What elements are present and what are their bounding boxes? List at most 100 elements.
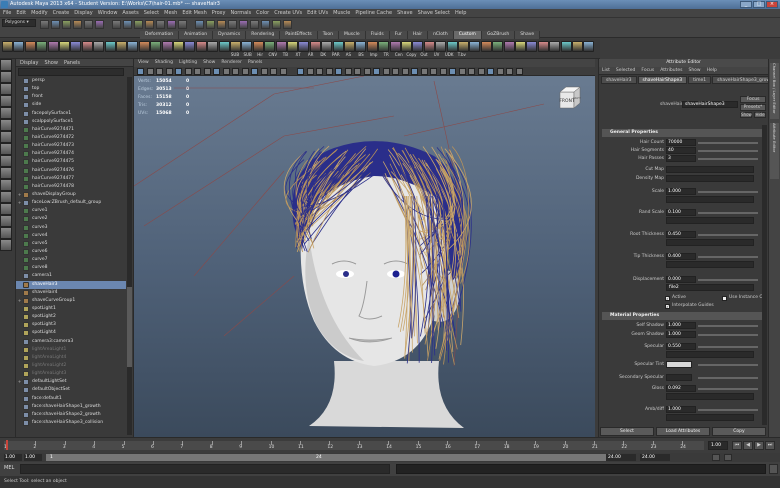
attr-field-slider[interactable]: [698, 212, 758, 214]
attr-menu-help[interactable]: Help: [707, 67, 717, 74]
tool-button[interactable]: [0, 203, 12, 215]
viewport-tool-icon[interactable]: [449, 68, 456, 75]
shelf-tool-icon[interactable]: [195, 41, 207, 52]
maximize-button[interactable]: □: [753, 1, 765, 8]
status-tool-icon[interactable]: [206, 20, 215, 29]
outliner-item[interactable]: spotLight4: [16, 329, 126, 337]
menu-create[interactable]: Create: [53, 9, 70, 17]
shelf-tool-icon[interactable]: [36, 41, 48, 52]
shelf-tool-icon[interactable]: [423, 41, 435, 52]
outliner-item[interactable]: face:default1: [16, 394, 126, 402]
outliner-item[interactable]: spotLight1: [16, 305, 126, 313]
current-frame-field[interactable]: 1.00: [708, 441, 728, 450]
outliner-item[interactable]: spotLight3: [16, 321, 126, 329]
shelf-tool-icon[interactable]: [24, 41, 36, 52]
range-end-field[interactable]: 24.00: [606, 454, 636, 461]
shelf-tool-icon[interactable]: [412, 41, 424, 52]
viewport-tool-icon[interactable]: [401, 68, 409, 75]
status-tool-icon[interactable]: [239, 20, 248, 29]
shelf-tool-icon[interactable]: [332, 41, 344, 52]
outliner-menu-display[interactable]: Display: [20, 59, 38, 66]
shelf-tool-icon[interactable]: [59, 41, 70, 52]
outliner-item[interactable]: curve6: [16, 248, 126, 256]
menu-shave[interactable]: Shave: [397, 9, 412, 17]
tool-button[interactable]: [0, 179, 12, 191]
attr-menu-selected[interactable]: Selected: [616, 67, 636, 74]
shelf-tool-icon[interactable]: [287, 41, 298, 52]
shelf-tool-icon[interactable]: [366, 41, 378, 52]
outliner-item[interactable]: curve4: [16, 232, 126, 240]
shelf-tool-icon[interactable]: [435, 41, 447, 52]
shelf-tool-icon[interactable]: [138, 41, 150, 52]
outliner-item[interactable]: camera3:camera3: [16, 338, 126, 346]
shelf-tool-icon[interactable]: [446, 41, 458, 52]
menu-help[interactable]: Help: [455, 9, 466, 17]
status-tool-icon[interactable]: [250, 20, 259, 29]
attr-field-slider[interactable]: [698, 142, 758, 144]
menu-edit-uvs[interactable]: Edit UVs: [307, 9, 328, 17]
shelf-tool-icon[interactable]: [241, 41, 253, 52]
shelf-tab-hair[interactable]: Hair: [407, 31, 429, 39]
viewport-tool-icon[interactable]: [297, 68, 304, 75]
shelf-tool-icon[interactable]: [207, 41, 219, 52]
status-tool-icon[interactable]: [261, 20, 270, 29]
shelf-tool-icon[interactable]: [560, 41, 572, 52]
attr-field-slider[interactable]: [698, 150, 758, 152]
viewport-panel[interactable]: View Shading Lighting Show Renderer Panels Ve…: [134, 59, 595, 437]
attr-tab[interactable]: shaveHair3: [601, 76, 637, 84]
current-frame-marker[interactable]: [6, 440, 8, 450]
viewport-tool-icon[interactable]: [344, 68, 352, 75]
status-tool-icon[interactable]: [283, 20, 292, 29]
playback-button[interactable]: ⏮: [732, 441, 742, 450]
menu-select[interactable]: Select: [144, 9, 159, 17]
attr-field-slider[interactable]: [698, 377, 758, 379]
shelf-tab-fluids[interactable]: Fluids: [365, 31, 390, 39]
section-general-properties[interactable]: General Properties: [602, 129, 762, 137]
menu-mesh[interactable]: Mesh: [164, 9, 177, 17]
status-tool-icon[interactable]: [51, 20, 60, 29]
attr-button-load-attributes[interactable]: Load Attributes: [656, 427, 710, 436]
viewport-tool-icon[interactable]: [241, 68, 249, 75]
outliner-item[interactable]: hairCurve9274472: [16, 134, 126, 142]
viewport-tool-icon[interactable]: [515, 68, 523, 75]
outliner-item[interactable]: curve5: [16, 240, 126, 248]
shelf-tool-icon[interactable]: [252, 41, 264, 52]
range-start-field[interactable]: 1.00: [4, 454, 22, 461]
viewport-tool-icon[interactable]: [458, 68, 466, 75]
attr-field-slider[interactable]: [698, 191, 758, 193]
status-tool-icon[interactable]: [217, 20, 226, 29]
anim-prefs-icon[interactable]: [724, 454, 732, 461]
viewport-tool-icon[interactable]: [270, 68, 277, 75]
attr-tab[interactable]: time1: [688, 76, 712, 84]
outliner-item[interactable]: face:shaveHairShape2_growth: [16, 411, 126, 419]
attr-field-input[interactable]: 0.550: [666, 343, 696, 350]
outliner-item[interactable]: + defaultLightSet: [16, 378, 126, 386]
shelf-tool-icon[interactable]: [526, 41, 538, 52]
tool-button[interactable]: [0, 239, 12, 251]
mel-input[interactable]: [20, 464, 390, 474]
attr-field-input[interactable]: 0.092: [666, 385, 696, 392]
shelf-tool-icon[interactable]: [47, 41, 59, 52]
node-name-field[interactable]: shaveHairShape3: [682, 101, 738, 108]
shelf-tab-shave[interactable]: Shave: [515, 31, 541, 39]
outliner-filter-input[interactable]: [18, 68, 124, 76]
shelf-tool-icon[interactable]: [2, 41, 13, 52]
shelf-tool-icon[interactable]: [344, 41, 355, 52]
tool-button[interactable]: [0, 143, 12, 155]
expand-toggle[interactable]: +: [16, 378, 23, 386]
viewport-tool-icon[interactable]: [156, 68, 163, 75]
viewport-tool-icon[interactable]: [137, 68, 144, 75]
shelf-tool-icon[interactable]: [104, 41, 116, 52]
shelf-tool-icon[interactable]: [549, 41, 561, 52]
viewport-tool-icon[interactable]: [420, 68, 428, 75]
outliner-item[interactable]: hairCurve9274474: [16, 150, 126, 158]
script-editor-button[interactable]: [769, 464, 778, 474]
status-tool-icon[interactable]: [84, 20, 93, 29]
shelf-tool-icon[interactable]: [480, 41, 492, 52]
expand-toggle[interactable]: +: [16, 297, 23, 305]
shelf-tab-muscle[interactable]: Muscle: [339, 31, 366, 39]
menu-set-select[interactable]: Polygons ▾: [2, 19, 36, 27]
outliner-item[interactable]: hairCurve9274478: [16, 183, 126, 191]
minimize-button[interactable]: _: [740, 1, 752, 8]
outliner-item[interactable]: spotLight2: [16, 313, 126, 321]
